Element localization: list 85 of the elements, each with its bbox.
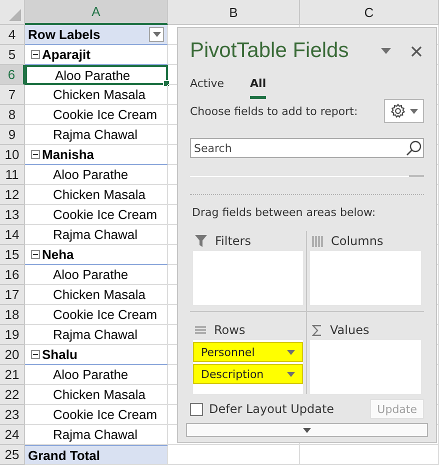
row-header[interactable]: 19 xyxy=(0,325,25,345)
row-header[interactable]: 11 xyxy=(0,165,25,185)
item-label: Rajma Chawal xyxy=(53,227,138,242)
item-label: Aloo Parathe xyxy=(53,267,128,282)
item-label: Cookie Ice Cream xyxy=(53,207,158,222)
item-label: Chicken Masala xyxy=(53,387,146,402)
filter-dropdown-button[interactable] xyxy=(149,27,164,42)
column-header[interactable]: B xyxy=(168,0,300,25)
row-header[interactable]: 12 xyxy=(0,185,25,205)
item-label: Chicken Masala xyxy=(53,187,146,202)
select-all-icon xyxy=(9,9,21,21)
column-header[interactable]: A xyxy=(25,0,168,25)
group-label: Manisha xyxy=(42,147,94,162)
filter-icon xyxy=(195,235,207,247)
row-header[interactable]: 13 xyxy=(0,205,25,225)
areas-hint-text: Drag fields between areas below: xyxy=(191,204,377,220)
defer-label: Defer Layout Update xyxy=(209,402,336,416)
row-header[interactable]: 18 xyxy=(0,305,25,325)
sigma-icon xyxy=(312,324,322,336)
caret-icon xyxy=(287,350,295,354)
settings-icon xyxy=(390,103,406,119)
row-header[interactable]: 23 xyxy=(0,405,25,425)
area-label: Columns xyxy=(331,234,384,248)
item-label: Aloo Parathe xyxy=(53,367,128,382)
row-header[interactable]: 6 xyxy=(0,65,25,85)
row-labels-header: Row Labels xyxy=(28,27,100,42)
rows-icon xyxy=(195,326,206,334)
caret-icon xyxy=(410,108,418,114)
row-header[interactable]: 4 xyxy=(0,25,25,45)
row-header[interactable]: 24 xyxy=(0,425,25,445)
tab[interactable]: Active xyxy=(190,74,224,99)
settings-button[interactable] xyxy=(384,99,424,123)
columns-icon xyxy=(312,236,323,246)
instruction-text: Choose fields to add to report: xyxy=(190,104,358,118)
caret-icon xyxy=(152,32,160,37)
item-label: Aloo Parathe xyxy=(53,167,128,182)
area-label: Values xyxy=(330,323,370,337)
collapse-icon[interactable] xyxy=(31,250,40,259)
item-label: Cookie Ice Cream xyxy=(53,307,158,322)
row-header[interactable]: 7 xyxy=(0,85,25,105)
row-header[interactable]: 9 xyxy=(0,125,25,145)
area-label: Rows xyxy=(214,323,246,337)
scrollbar-thumb[interactable] xyxy=(409,175,424,177)
drop-area[interactable]: Personnel Description xyxy=(193,340,303,394)
row-header[interactable]: 15 xyxy=(0,245,25,265)
tab[interactable]: All xyxy=(250,74,266,99)
item-label: Cookie Ice Cream xyxy=(53,407,158,422)
search-icon[interactable] xyxy=(406,140,422,156)
group-label: Aparajit xyxy=(42,47,90,62)
caret-icon xyxy=(287,372,295,376)
collapse-icon[interactable] xyxy=(31,150,40,159)
column-header[interactable]: C xyxy=(300,0,439,25)
collapse-icon[interactable] xyxy=(31,50,40,59)
group-label: Shalu xyxy=(42,347,78,362)
pane-title: PivotTable Fields xyxy=(190,39,350,63)
item-label: Rajma Chawal xyxy=(53,327,138,342)
row-header[interactable]: 10 xyxy=(0,145,25,165)
checkbox[interactable] xyxy=(190,402,203,416)
item-label: Rajma Chawal xyxy=(53,427,138,442)
item-label: Rajma Chawal xyxy=(53,127,138,142)
scroll-bar[interactable] xyxy=(186,423,428,437)
collapse-icon[interactable] xyxy=(31,350,40,359)
row-header[interactable]: 17 xyxy=(0,285,25,305)
caret-icon xyxy=(303,428,311,432)
field-item[interactable]: Description xyxy=(193,364,303,384)
row-header[interactable]: 20 xyxy=(0,345,25,365)
item-label: Chicken Masala xyxy=(53,287,146,302)
area-label: Filters xyxy=(215,234,251,248)
row-header[interactable]: 16 xyxy=(0,265,25,285)
row-header[interactable]: 25 xyxy=(0,445,25,465)
row-header[interactable]: 14 xyxy=(0,225,25,245)
row-header[interactable]: 8 xyxy=(0,105,25,125)
close-icon[interactable] xyxy=(411,46,422,56)
item-label: Cookie Ice Cream xyxy=(53,107,158,122)
search-field[interactable]: Search xyxy=(190,138,424,158)
item-label: Aloo Parathe xyxy=(55,68,130,82)
field-item[interactable]: Personnel xyxy=(193,342,303,362)
grand-total-label: Grand Total xyxy=(28,448,100,462)
row-header[interactable]: 22 xyxy=(0,385,25,405)
row-header[interactable]: 5 xyxy=(0,45,25,65)
fill-handle[interactable] xyxy=(163,80,170,87)
caret-icon[interactable] xyxy=(381,48,391,54)
group-label: Neha xyxy=(42,247,74,262)
row-header[interactable]: 21 xyxy=(0,365,25,385)
item-label: Chicken Masala xyxy=(53,87,146,102)
